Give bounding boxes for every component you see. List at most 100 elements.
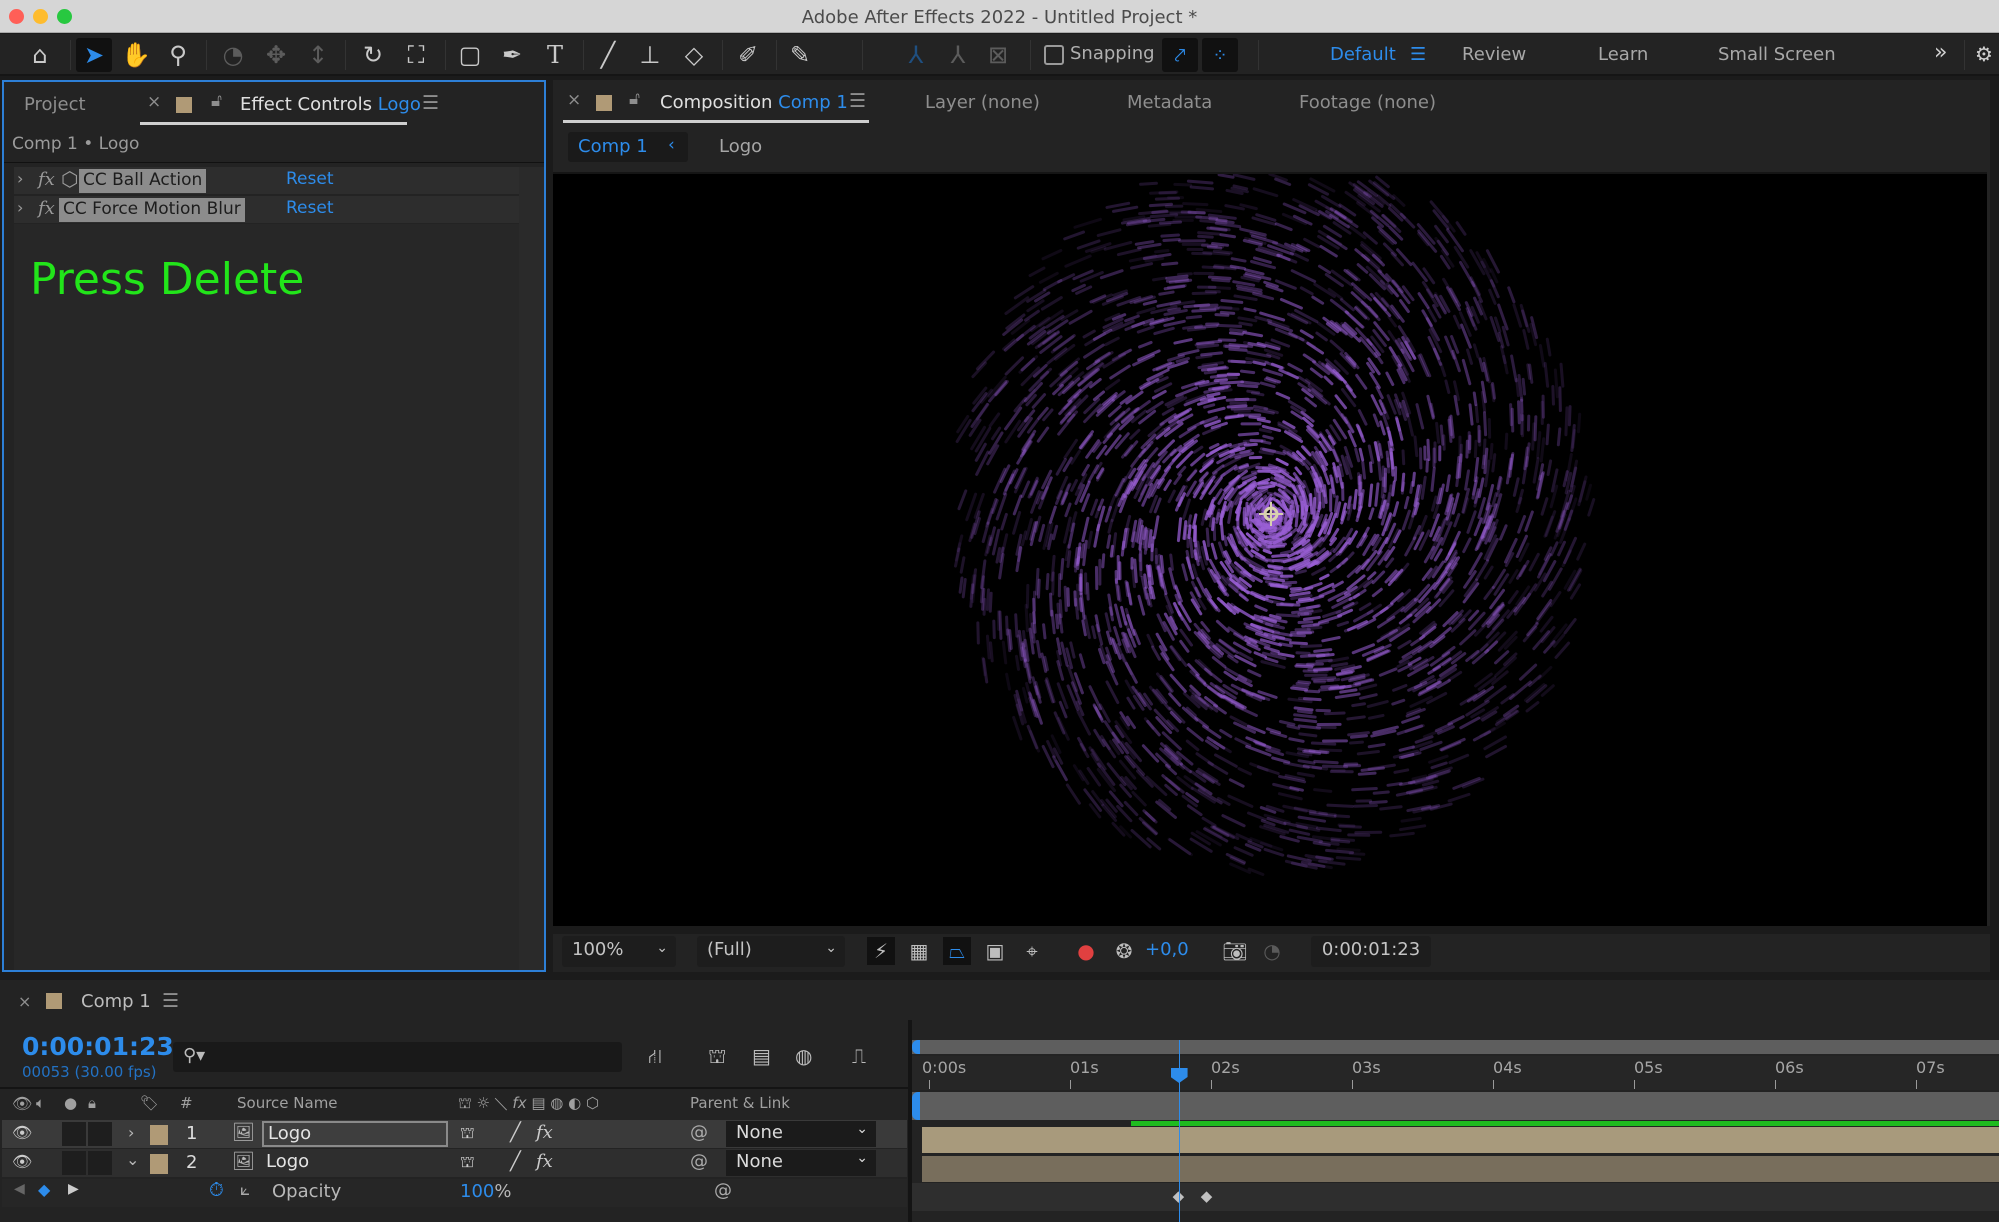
keyframe-diamond[interactable]: ◆: [1201, 1187, 1213, 1205]
workspace-default[interactable]: Default: [1330, 44, 1396, 65]
panel-menu-icon[interactable]: ☰: [849, 90, 866, 112]
effects-switch-icon[interactable]: fx: [536, 1151, 553, 1172]
motion-blur-icon[interactable]: ◍: [795, 1044, 812, 1068]
reset-exposure-icon[interactable]: ❂: [1110, 937, 1138, 965]
close-tab-icon[interactable]: ×: [18, 992, 31, 1011]
label-color-swatch[interactable]: [150, 1125, 168, 1145]
time-graph[interactable]: 0:00s01s02s03s04s05s06s07s◆◆: [912, 1030, 1999, 1222]
quality-switch-icon[interactable]: ╱: [510, 1151, 521, 1172]
tab-metadata[interactable]: Metadata: [1127, 92, 1212, 113]
expand-chevron-icon[interactable]: ›: [17, 169, 23, 188]
quality-switch-icon[interactable]: ╱: [510, 1122, 521, 1143]
fx-toggle-icon[interactable]: fx: [38, 198, 55, 219]
hand-tool-icon[interactable]: ✋: [118, 38, 154, 72]
column-parent-link[interactable]: Parent & Link: [690, 1094, 790, 1112]
rotation-tool-icon[interactable]: ↻: [355, 38, 391, 72]
settings-gear-icon[interactable]: ⚙: [1975, 42, 1993, 66]
pan-camera-icon[interactable]: ✥: [258, 38, 294, 72]
lock-icon[interactable]: 🔓︎: [629, 89, 640, 109]
type-tool-icon[interactable]: T: [537, 38, 573, 72]
collapse-chevron-icon[interactable]: ⌄: [126, 1150, 139, 1169]
stopwatch-icon[interactable]: ⏱︎: [209, 1179, 224, 1201]
layer-nav-label[interactable]: Logo: [719, 136, 762, 157]
resolution-dropdown[interactable]: (Full) ⌄: [697, 936, 845, 967]
work-area-bar[interactable]: [912, 1092, 1999, 1120]
current-timecode[interactable]: 0:00:01:23: [22, 1032, 174, 1061]
tab-footage[interactable]: Footage (none): [1299, 92, 1436, 113]
work-area-start-handle[interactable]: [912, 1092, 920, 1120]
expand-chevron-icon[interactable]: ›: [128, 1123, 134, 1142]
brush-tool-icon[interactable]: ╱: [590, 38, 626, 72]
reset-link[interactable]: Reset: [286, 198, 334, 218]
panel-menu-icon[interactable]: ☰: [422, 92, 439, 114]
graph-editor-icon[interactable]: ⎍: [852, 1044, 866, 1068]
comp-nav-button[interactable]: Comp 1 ‹: [568, 132, 688, 162]
world-axis-icon[interactable]: ⅄: [940, 38, 976, 72]
exposure-value[interactable]: +0,0: [1145, 939, 1189, 960]
workspace-overflow-icon[interactable]: »: [1934, 40, 1947, 65]
shy-switch-icon[interactable]: ⛫: [460, 1123, 475, 1144]
tab-project[interactable]: Project: [24, 94, 86, 115]
effect-name[interactable]: CC Force Motion Blur: [59, 198, 245, 222]
prev-keyframe-icon[interactable]: ◀: [14, 1181, 25, 1197]
dolly-camera-icon[interactable]: ↕: [300, 38, 336, 72]
zoom-tool-icon[interactable]: ⚲: [160, 38, 196, 72]
puppet-pin-tool-icon[interactable]: ✎: [782, 38, 818, 72]
color-channels-icon[interactable]: ●: [1072, 937, 1100, 965]
lock-toggle[interactable]: [88, 1151, 112, 1175]
opacity-value[interactable]: 100: [460, 1181, 494, 1202]
pick-whip-icon[interactable]: @: [714, 1180, 732, 1201]
snap-edges-icon[interactable]: ⤤: [1162, 38, 1198, 72]
property-row-opacity[interactable]: ◀ ◆ ▶ ⏱︎ ⟀ Opacity 100% @: [2, 1179, 907, 1207]
magnification-dropdown[interactable]: 100% ⌄: [562, 936, 676, 967]
snap-features-icon[interactable]: ⁘: [1202, 38, 1238, 72]
close-tab-icon[interactable]: ×: [567, 90, 581, 110]
roto-brush-tool-icon[interactable]: ✐: [730, 38, 766, 72]
workspace-menu-icon[interactable]: ☰: [1410, 44, 1426, 65]
tab-effect-controls[interactable]: Effect Controls Logo: [240, 94, 421, 115]
pick-whip-icon[interactable]: @: [690, 1151, 708, 1172]
composition-viewer[interactable]: [553, 174, 1987, 926]
navigator-start-handle[interactable]: [912, 1040, 920, 1054]
column-source-name[interactable]: Source Name: [237, 1094, 338, 1112]
tab-composition[interactable]: Composition Comp 1: [660, 92, 848, 113]
layer-name[interactable]: Logo: [266, 1151, 309, 1172]
layer-row[interactable]: 👁︎ ⌄ 2 🖼︎ Logo ⛫ ╱ fx @ None ⌄: [2, 1149, 907, 1177]
selection-tool-icon[interactable]: ➤: [76, 38, 112, 72]
clone-stamp-tool-icon[interactable]: ⊥: [632, 38, 668, 72]
composition-flowchart-icon[interactable]: ⛙: [648, 1044, 662, 1071]
shy-switch-icon[interactable]: ⛫: [460, 1152, 475, 1173]
workspace-learn[interactable]: Learn: [1598, 44, 1648, 65]
effects-switch-icon[interactable]: fx: [536, 1122, 553, 1143]
next-keyframe-icon[interactable]: ▶: [68, 1181, 79, 1197]
lock-toggle[interactable]: [88, 1122, 112, 1146]
shy-layers-icon[interactable]: ⛫: [708, 1044, 726, 1071]
add-keyframe-icon[interactable]: ◆: [38, 1180, 50, 1199]
mask-visibility-icon[interactable]: ⏢: [943, 937, 971, 965]
local-axis-icon[interactable]: ⅄: [898, 38, 934, 72]
lock-icon[interactable]: 🔓︎: [211, 91, 222, 111]
fast-previews-icon[interactable]: ⚡: [867, 937, 895, 965]
layer-bar[interactable]: [922, 1127, 1999, 1153]
grid-guides-icon[interactable]: ⌖: [1018, 937, 1046, 965]
frame-blending-icon[interactable]: ▤: [752, 1044, 771, 1068]
view-axis-icon[interactable]: ⊠: [980, 38, 1016, 72]
layer-row[interactable]: 👁︎ › 1 🖼︎ Logo ⛫ ╱ fx @ None ⌄: [2, 1120, 907, 1148]
rectangle-tool-icon[interactable]: ▢: [452, 38, 488, 72]
transparency-grid-icon[interactable]: ▦: [905, 937, 933, 965]
workspace-review[interactable]: Review: [1462, 44, 1526, 65]
visibility-eye-icon[interactable]: 👁︎: [12, 1152, 32, 1171]
audio-toggle[interactable]: [62, 1151, 86, 1175]
vertical-scrollbar[interactable]: [519, 167, 544, 970]
close-tab-icon[interactable]: ×: [147, 92, 161, 112]
effect-row-cc-ball-action[interactable]: › fx ⬡ CC Ball Action Reset: [14, 167, 519, 194]
effect-row-cc-force-motion-blur[interactable]: › fx CC Force Motion Blur Reset: [14, 196, 519, 223]
eraser-tool-icon[interactable]: ◇: [676, 38, 712, 72]
pen-tool-icon[interactable]: ✒: [494, 38, 530, 72]
layer-name[interactable]: Logo: [262, 1121, 448, 1147]
tab-comp-1[interactable]: Comp 1: [81, 991, 151, 1012]
effect-name[interactable]: CC Ball Action: [79, 169, 207, 193]
snapping-checkbox[interactable]: [1044, 45, 1064, 65]
pick-whip-icon[interactable]: @: [690, 1122, 708, 1143]
fx-toggle-icon[interactable]: fx: [38, 169, 55, 190]
